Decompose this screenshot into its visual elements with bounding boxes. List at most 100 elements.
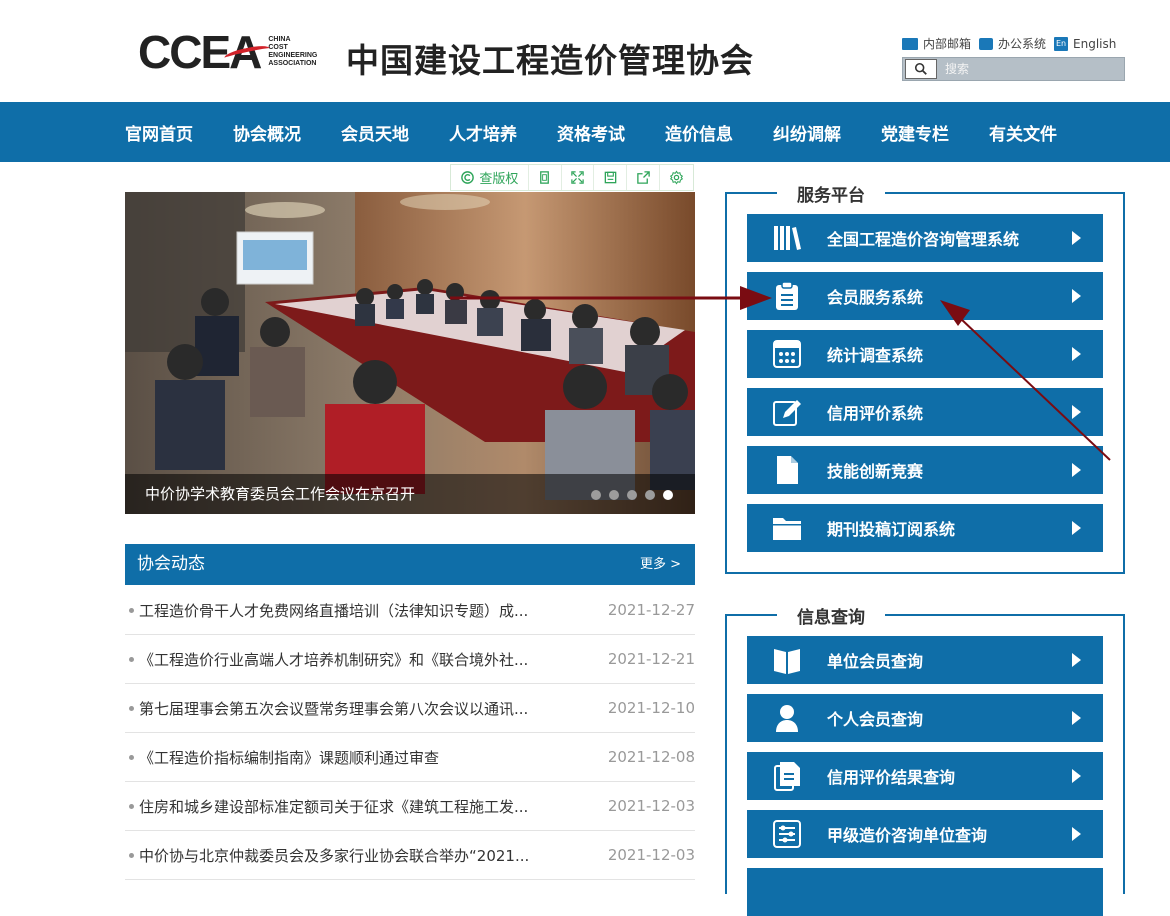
news-date: 2021-12-27 xyxy=(607,601,695,619)
news-title[interactable]: 住房和城乡建设部标准定额司关于征求《建筑工程施工发... xyxy=(125,796,528,817)
copyright-check-button[interactable]: 查版权 xyxy=(451,165,529,190)
logo-sub-line: COST xyxy=(268,44,288,51)
meeting-photo xyxy=(125,192,695,514)
news-section-header: 协会动态 更多 > xyxy=(125,544,695,585)
nav-item-home[interactable]: 官网首页 xyxy=(125,120,193,145)
news-row[interactable]: 中价协与北京仲裁委员会及多家行业协会联合举办“2021... 2021-12-03 xyxy=(125,831,695,880)
news-title[interactable]: 第七届理事会第五次会议暨常务理事会第八次会议以通讯... xyxy=(125,698,528,719)
clipboard-icon xyxy=(747,272,827,320)
copy-doc-icon xyxy=(747,752,827,800)
news-title[interactable]: 工程造价骨干人才免费网络直播培训（法律知识专题）成... xyxy=(125,600,528,621)
news-date: 2021-12-08 xyxy=(607,748,695,766)
slider-dot[interactable] xyxy=(609,490,619,500)
news-title[interactable]: 《工程造价指标编制指南》课题顺利通过审查 xyxy=(125,747,439,768)
office-system-link[interactable]: 办公系统 xyxy=(979,35,1046,52)
logo-sub-line: ENGINEERING xyxy=(268,52,318,59)
pencil-icon xyxy=(747,388,827,436)
grade-a-consulting-query-button[interactable]: 甲级造价咨询单位查询 xyxy=(747,810,1103,858)
unit-member-query-button[interactable]: 单位会员查询 xyxy=(747,636,1103,684)
nav-item-cost-info[interactable]: 造价信息 xyxy=(665,120,733,145)
nav-item-members[interactable]: 会员天地 xyxy=(341,120,409,145)
nav-item-party[interactable]: 党建专栏 xyxy=(881,120,949,145)
office-system-label: 办公系统 xyxy=(998,37,1047,51)
service-label: 统计调查系统 xyxy=(827,346,924,365)
logo-sub-line: CHINA xyxy=(268,36,291,43)
top-links: 内部邮箱 办公系统 En English xyxy=(902,35,1124,52)
arrow-right-icon xyxy=(1072,463,1081,477)
arrow-right-icon xyxy=(1072,347,1081,361)
nav-item-mediation[interactable]: 纠纷调解 xyxy=(773,120,841,145)
arrow-right-icon xyxy=(1072,521,1081,535)
query-button-partial[interactable] xyxy=(747,868,1103,916)
news-more-link[interactable]: 更多 > xyxy=(640,544,681,585)
arrow-right-icon xyxy=(1072,711,1081,725)
nav-item-training[interactable]: 人才培养 xyxy=(449,120,517,145)
nav-item-about[interactable]: 协会概况 xyxy=(233,120,301,145)
news-date: 2021-12-03 xyxy=(607,797,695,815)
news-row[interactable]: 《工程造价行业高端人才培养机制研究》和《联合境外社... 2021-12-21 xyxy=(125,635,695,684)
nav-item-exam[interactable]: 资格考试 xyxy=(557,120,625,145)
main-nav: 官网首页 协会概况 会员天地 人才培养 资格考试 造价信息 纠纷调解 党建专栏 … xyxy=(0,102,1170,162)
internal-mail-link[interactable]: 内部邮箱 xyxy=(902,35,971,52)
ccea-logo[interactable]: CCEA CHINA COST ENGINEERING ASSOCIATION xyxy=(138,29,328,75)
individual-member-query-button[interactable]: 个人会员查询 xyxy=(747,694,1103,742)
arrow-right-icon xyxy=(1072,405,1081,419)
query-label: 个人会员查询 xyxy=(827,710,924,729)
search-button[interactable] xyxy=(905,59,937,79)
news-section-title: 协会动态 xyxy=(137,554,205,574)
copy-button[interactable] xyxy=(529,165,562,190)
english-link[interactable]: En English xyxy=(1054,36,1116,51)
arrow-right-icon xyxy=(1072,769,1081,783)
news-date: 2021-12-21 xyxy=(607,650,695,668)
save-button[interactable] xyxy=(594,165,628,190)
service-platform-panel: 服务平台 全国工程造价咨询管理系统 会员服务系统 统计调查系统 信用评价系统 技… xyxy=(725,181,1125,574)
credit-result-query-button[interactable]: 信用评价结果查询 xyxy=(747,752,1103,800)
image-toolbar: 查版权 xyxy=(450,164,694,191)
cost-consulting-system-button[interactable]: 全国工程造价咨询管理系统 xyxy=(747,214,1103,262)
slider-dot[interactable] xyxy=(645,490,655,500)
arrow-right-icon xyxy=(1072,653,1081,667)
service-label: 信用评价系统 xyxy=(827,404,924,423)
arrow-right-icon xyxy=(1072,827,1081,841)
slider-dot[interactable] xyxy=(627,490,637,500)
nav-item-documents[interactable]: 有关文件 xyxy=(989,120,1057,145)
settings-button[interactable] xyxy=(660,165,693,190)
news-title[interactable]: 中价协与北京仲裁委员会及多家行业协会联合举办“2021... xyxy=(125,845,529,866)
calculator-icon xyxy=(747,330,827,378)
save-icon xyxy=(604,171,617,184)
logo-sub-line: ASSOCIATION xyxy=(268,60,317,67)
arrow-right-icon xyxy=(1072,289,1081,303)
site-title: 中国建设工程造价管理协会 xyxy=(346,41,754,80)
news-row[interactable]: 住房和城乡建设部标准定额司关于征求《建筑工程施工发... 2021-12-03 xyxy=(125,782,695,831)
query-label: 单位会员查询 xyxy=(827,652,924,671)
logo-wordmark: CCEA xyxy=(138,29,271,75)
copyright-check-label: 查版权 xyxy=(479,172,519,187)
news-title[interactable]: 《工程造价行业高端人才培养机制研究》和《联合境外社... xyxy=(125,649,528,670)
logo-subtitle: CHINA COST ENGINEERING ASSOCIATION xyxy=(268,36,328,68)
statistics-survey-system-button[interactable]: 统计调查系统 xyxy=(747,330,1103,378)
news-date: 2021-12-03 xyxy=(607,846,695,864)
credit-evaluation-system-button[interactable]: 信用评价系统 xyxy=(747,388,1103,436)
slider-dots xyxy=(583,490,673,500)
news-row[interactable]: 工程造价骨干人才免费网络直播培训（法律知识专题）成... 2021-12-27 xyxy=(125,586,695,635)
journal-subscription-system-button[interactable]: 期刊投稿订阅系统 xyxy=(747,504,1103,552)
briefcase-icon xyxy=(979,37,994,50)
site-header: CCEA CHINA COST ENGINEERING ASSOCIATION … xyxy=(0,0,1170,102)
fullscreen-button[interactable] xyxy=(562,165,595,190)
service-label: 会员服务系统 xyxy=(827,288,924,307)
news-list: 工程造价骨干人才免费网络直播培训（法律知识专题）成... 2021-12-27 《… xyxy=(125,586,695,880)
document-icon xyxy=(747,446,827,494)
news-slider[interactable]: 中价协学术教育委员会工作会议在京召开 xyxy=(125,192,695,514)
query-label: 信用评价结果查询 xyxy=(827,768,956,787)
skills-competition-button[interactable]: 技能创新竞赛 xyxy=(747,446,1103,494)
news-row[interactable]: 第七届理事会第五次会议暨常务理事会第八次会议以通讯... 2021-12-10 xyxy=(125,684,695,733)
fullscreen-icon xyxy=(571,171,584,184)
share-button[interactable] xyxy=(627,165,661,190)
search-input[interactable] xyxy=(937,59,1117,79)
member-service-system-button[interactable]: 会员服务系统 xyxy=(747,272,1103,320)
slider-dot-active[interactable] xyxy=(663,490,673,500)
search-icon xyxy=(914,62,927,75)
news-row[interactable]: 《工程造价指标编制指南》课题顺利通过审查 2021-12-08 xyxy=(125,733,695,782)
news-date: 2021-12-10 xyxy=(607,699,695,717)
slider-dot[interactable] xyxy=(591,490,601,500)
